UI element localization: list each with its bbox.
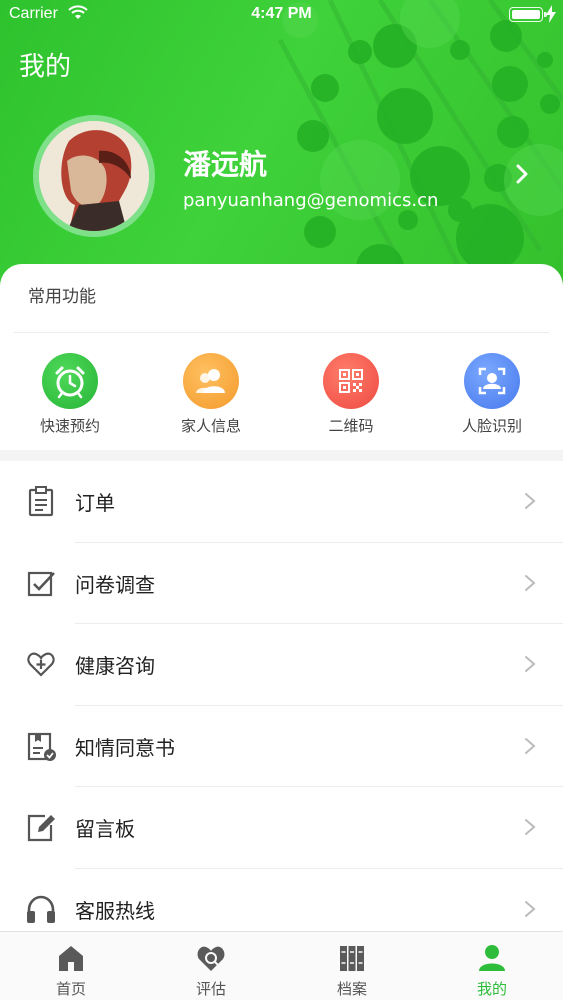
heart-assess-icon [197,946,225,971]
tab-bar: 首页 评估 档案 我的 [0,931,563,1000]
menu-item-label: 客服热线 [75,898,155,923]
menu-item-message-board[interactable]: 留言板 [0,787,563,869]
chevron-right-icon [525,819,536,835]
menu-item-survey[interactable]: 问卷调查 [0,543,563,624]
tab-label: 档案 [336,980,367,998]
menu-item-consent-form[interactable]: 知情同意书 [0,706,563,787]
menu-item-label: 留言板 [75,817,135,841]
face-recognition-icon [464,353,520,409]
user-icon [479,945,505,971]
tab-label: 评估 [195,980,226,998]
tab-archive[interactable]: 档案 [282,932,422,1000]
chevron-right-icon [525,493,536,509]
menu-item-label: 健康咨询 [75,654,155,678]
menu-list: 订单 问卷调查 健康咨询 知情同意书 留言板 客服热线 [0,461,563,931]
quick-booking-button[interactable]: 快速预约 [15,353,125,439]
menu-item-orders[interactable]: 订单 [0,461,563,543]
battery-icon [509,7,547,22]
tab-assessment[interactable]: 评估 [141,932,281,1000]
menu-item-health-consult[interactable]: 健康咨询 [0,624,563,706]
alarm-clock-icon [42,353,98,409]
family-info-button[interactable]: 家人信息 [156,353,266,439]
clipboard-icon [28,486,54,517]
avatar-image [39,121,149,231]
consent-form-icon [27,732,56,761]
chevron-right-icon [525,574,536,591]
tab-mine[interactable]: 我的 [422,932,562,1000]
section-title: 常用功能 [28,287,96,307]
tab-home[interactable]: 首页 [1,932,141,1000]
menu-item-customer-service[interactable]: 客服热线 [0,869,563,932]
charging-icon [546,5,556,23]
quick-booking-label: 快速预约 [39,417,100,435]
qr-code-icon [323,353,379,409]
home-icon [59,946,83,971]
checkbox-icon [27,571,55,596]
qr-code-button[interactable]: 二维码 [296,353,406,439]
qr-code-label: 二维码 [328,417,374,435]
tab-label: 我的 [476,980,507,998]
menu-item-label: 知情同意书 [75,735,175,760]
menu-item-label: 问卷调查 [75,572,155,597]
heart-plus-icon [27,652,55,677]
chevron-right-icon[interactable] [512,162,532,186]
avatar[interactable] [33,115,155,237]
divider [14,332,549,333]
family-icon [183,353,239,409]
family-info-label: 家人信息 [180,417,241,435]
status-bar: Carrier 4:47 PM [0,0,563,30]
page-title: 我的 [19,52,72,82]
face-recognition-button[interactable]: 人脸识别 [437,353,547,439]
edit-note-icon [27,814,55,842]
menu-item-label: 订单 [75,491,115,515]
profile-header: Carrier 4:47 PM 我的 潘远航 panyuanhang@genom… [0,0,563,300]
chevron-right-icon [525,737,536,754]
archive-icon [340,946,364,971]
chevron-right-icon [525,656,536,672]
headphones-icon [27,895,55,923]
tab-label: 首页 [55,980,86,998]
user-name[interactable]: 潘远航 [183,143,267,183]
status-time: 4:47 PM [251,5,312,22]
face-recognition-label: 人脸识别 [461,417,522,435]
chevron-right-icon [525,900,536,917]
user-email: panyuanhang@genomics.cn [183,190,439,211]
